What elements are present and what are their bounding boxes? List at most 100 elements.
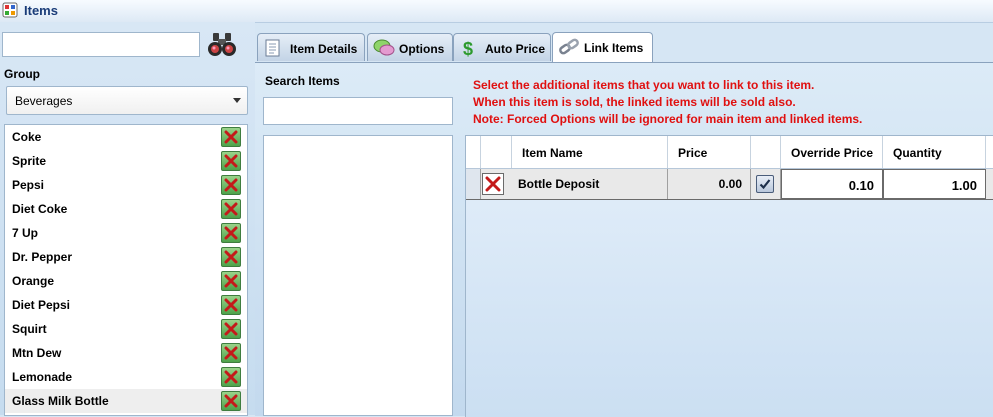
close-icon — [224, 274, 238, 288]
item-list[interactable]: Coke Sprite Pepsi Diet Coke 7 Up Dr. Pepper Or… — [4, 124, 248, 416]
override-price-field[interactable]: 0.10 — [781, 169, 883, 199]
chevron-down-icon — [233, 98, 241, 103]
close-icon — [224, 226, 238, 240]
tab-link-items[interactable]: Link Items — [552, 32, 653, 62]
list-item-label: Glass Milk Bottle — [12, 394, 109, 408]
list-item-label: 7 Up — [12, 226, 39, 240]
column-header-override-price[interactable]: Override Price — [781, 136, 883, 168]
list-item-label: Coke — [12, 130, 42, 144]
dollar-icon: $ — [459, 38, 479, 59]
tab-item-details[interactable]: Item Details — [257, 33, 365, 61]
list-item-label: Orange — [12, 274, 55, 288]
checkmark-icon — [759, 179, 771, 190]
items-app-icon — [2, 2, 18, 18]
group-label: Group — [4, 67, 40, 81]
tab-auto-price[interactable]: $ Auto Price — [453, 33, 551, 61]
left-panel: Group Beverages Coke Sprite Pepsi Diet Coke… — [0, 22, 255, 416]
close-icon — [224, 346, 238, 360]
column-header-quantity[interactable]: Quantity — [883, 136, 986, 168]
list-item[interactable]: Orange — [5, 269, 247, 293]
list-item-label: Diet Coke — [12, 202, 68, 216]
linked-items-grid: Item Name Price Override Price Quantity … — [465, 135, 993, 417]
list-item[interactable]: Pepsi — [5, 173, 247, 197]
grid-header: Item Name Price Override Price Quantity — [466, 136, 993, 169]
delete-item-button[interactable] — [221, 247, 241, 267]
delete-item-button[interactable] — [221, 223, 241, 243]
delete-item-button[interactable] — [221, 319, 241, 339]
cell-override-check[interactable] — [751, 169, 781, 199]
instruction-line: Select the additional items that you wan… — [473, 78, 815, 92]
instruction-line: Note: Forced Options will be ignored for… — [473, 112, 863, 126]
delete-item-button[interactable] — [221, 343, 241, 363]
list-item[interactable]: Dr. Pepper — [5, 245, 247, 269]
list-item-label: Squirt — [12, 322, 47, 336]
row-indicator — [466, 169, 481, 199]
list-item[interactable]: Sprite — [5, 149, 247, 173]
delete-item-button[interactable] — [221, 127, 241, 147]
instructions: Select the additional items that you wan… — [473, 77, 862, 128]
delete-item-button[interactable] — [221, 271, 241, 291]
close-icon — [224, 154, 238, 168]
list-item-label: Sprite — [12, 154, 47, 168]
list-item-label: Mtn Dew — [12, 346, 62, 360]
delete-item-button[interactable] — [221, 175, 241, 195]
link-items-panel: Search Items Select the additional items… — [255, 62, 993, 417]
speech-bubble-icon — [373, 38, 395, 58]
close-icon — [224, 130, 238, 144]
list-item-label: Lemonade — [12, 370, 73, 384]
delete-link-button[interactable] — [482, 173, 504, 195]
tab-options[interactable]: Options — [367, 33, 453, 61]
delete-item-button[interactable] — [221, 295, 241, 315]
list-item[interactable]: Lemonade — [5, 365, 247, 389]
tab-label: Link Items — [584, 41, 644, 55]
column-header-price[interactable]: Price — [668, 136, 751, 168]
close-icon — [224, 202, 238, 216]
list-item[interactable]: Mtn Dew — [5, 341, 247, 365]
list-item[interactable]: Diet Pepsi — [5, 293, 247, 317]
instruction-line: When this item is sold, the linked items… — [473, 95, 796, 109]
delete-item-button[interactable] — [221, 391, 241, 411]
header-check-column — [751, 136, 781, 168]
tab-label: Item Details — [290, 42, 358, 56]
tab-label: Options — [399, 42, 445, 56]
binoculars-icon[interactable] — [206, 31, 238, 59]
header-row-indicator — [466, 136, 481, 168]
column-header-item-name[interactable]: Item Name — [512, 136, 668, 168]
window-title: Items — [24, 3, 58, 18]
list-item-label: Pepsi — [12, 178, 45, 192]
header-delete-column — [481, 136, 512, 168]
close-icon — [224, 298, 238, 312]
tab-label: Auto Price — [485, 42, 546, 56]
close-icon — [224, 370, 238, 384]
list-item-label: Dr. Pepper — [12, 250, 73, 264]
svg-text:$: $ — [463, 39, 473, 58]
title-bar: Items — [0, 0, 993, 23]
item-search-input[interactable] — [2, 32, 200, 57]
delete-item-button[interactable] — [221, 367, 241, 387]
tab-bar: Item Details Options $ Auto Price Link Items — [255, 22, 993, 62]
chain-link-icon — [558, 37, 579, 57]
table-row[interactable]: Bottle Deposit 0.00 0.10 1.00 — [466, 169, 993, 200]
list-item[interactable]: Diet Coke — [5, 197, 247, 221]
close-icon — [224, 250, 238, 264]
group-selected-value: Beverages — [15, 94, 73, 108]
search-items-label: Search Items — [265, 74, 340, 88]
close-icon — [224, 178, 238, 192]
list-item[interactable]: Squirt — [5, 317, 247, 341]
list-item[interactable]: Coke — [5, 125, 247, 149]
search-items-input[interactable] — [263, 97, 453, 125]
delete-item-button[interactable] — [221, 151, 241, 171]
delete-item-button[interactable] — [221, 199, 241, 219]
cell-price: 0.00 — [668, 169, 751, 199]
group-dropdown[interactable]: Beverages — [6, 86, 248, 115]
quantity-field[interactable]: 1.00 — [883, 169, 986, 199]
document-icon — [263, 38, 283, 58]
close-icon — [224, 394, 238, 408]
override-checkbox[interactable] — [756, 175, 774, 193]
list-item-label: Diet Pepsi — [12, 298, 71, 312]
list-item[interactable]: Glass Milk Bottle — [5, 389, 247, 413]
cell-item-name[interactable]: Bottle Deposit — [512, 169, 668, 199]
close-icon — [485, 176, 501, 192]
list-item[interactable]: 7 Up — [5, 221, 247, 245]
search-results-list[interactable] — [263, 135, 453, 416]
